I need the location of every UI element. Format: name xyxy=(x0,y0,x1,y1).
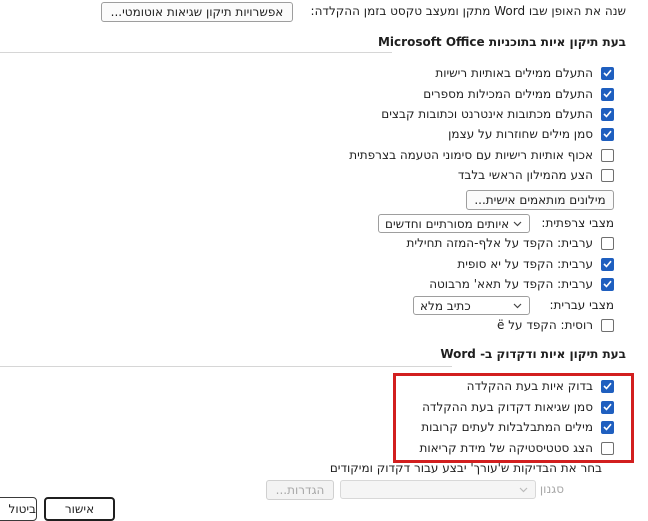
custom-dictionaries-button[interactable]: מילונים מותאמים אישית... xyxy=(466,190,614,210)
chevron-down-icon xyxy=(511,218,523,230)
checkmark-icon xyxy=(603,110,612,118)
french-modes-label: מצבי צרפתית: xyxy=(541,216,614,230)
cancel-button-label: ביטול xyxy=(8,502,37,516)
office-option-5[interactable]: הצע מהמילון הראשי בלבד xyxy=(458,165,614,185)
settings-button[interactable]: הגדרות... xyxy=(266,480,334,500)
checkbox[interactable] xyxy=(601,257,614,271)
checkbox[interactable] xyxy=(601,148,614,162)
hebrew-option-2[interactable]: ערבית: הקפד על תאא' מרבוטה xyxy=(429,274,614,294)
office-option-2[interactable]: התעלם מכתובות אינטרנט וכתובות קבצים xyxy=(381,104,614,124)
checkmark-icon xyxy=(603,260,612,268)
checkmark-icon xyxy=(603,90,612,98)
hebrew-option-1[interactable]: ערבית: הקפד על יא סופית xyxy=(457,254,614,274)
french-modes-value: איותים מסורתיים וחדשים xyxy=(385,216,510,231)
checkbox[interactable] xyxy=(601,236,614,250)
option-label: ערבית: הקפד על תאא' מרבוטה xyxy=(429,277,593,291)
french-modes-select[interactable]: איותים מסורתיים וחדשים xyxy=(378,214,530,233)
ok-button[interactable]: אישור xyxy=(44,497,115,521)
checkbox[interactable] xyxy=(601,87,614,101)
office-option-4[interactable]: אכוף אותיות רישיות עם סימוני הטעמה בצרפת… xyxy=(349,145,614,165)
checkbox[interactable] xyxy=(601,127,614,141)
option-label: התעלם מכתובות אינטרנט וכתובות קבצים xyxy=(381,107,593,121)
hebrew-modes-select[interactable]: כתיב מלא xyxy=(413,296,530,315)
hebrew-modes-label: מצבי עברית: xyxy=(549,298,614,312)
option-label: ערבית: הקפד על אלף-המזה תחילית xyxy=(406,236,593,250)
option-label: הצע מהמילון הראשי בלבד xyxy=(457,168,593,182)
option-label: התעלם ממילים המכילות מספרים xyxy=(423,87,593,101)
chevron-down-icon xyxy=(517,484,529,496)
writing-style-select[interactable] xyxy=(340,480,536,499)
option-label: אכוף אותיות רישיות עם סימוני הטעמה בצרפת… xyxy=(349,148,593,162)
office-option-3[interactable]: סמן מילים שחוזרות על עצמן xyxy=(448,124,614,144)
checkbox[interactable] xyxy=(601,277,614,291)
highlight-box xyxy=(393,373,634,463)
checkbox[interactable] xyxy=(601,107,614,121)
office-section-heading: בעת תיקון איות בתוכניות Microsoft Office xyxy=(377,35,626,49)
office-section-divider xyxy=(0,52,392,53)
checkmark-icon xyxy=(603,130,612,138)
word-section-divider xyxy=(0,366,452,367)
option-label: רוסית: הקפד על ë xyxy=(496,318,593,332)
option-label: ערבית: הקפד על יא סופית xyxy=(457,257,593,271)
checkmark-icon xyxy=(603,280,612,288)
top-description: שנה את האופן שבו Word מתקן ומעצב טקסט בז… xyxy=(310,4,626,18)
checkmark-icon xyxy=(603,69,612,77)
checkbox[interactable] xyxy=(601,168,614,182)
russian-option[interactable]: רוסית: הקפד על ë xyxy=(497,315,614,335)
hebrew-option-0[interactable]: ערבית: הקפד על אלף-המזה תחילית xyxy=(407,233,614,253)
office-option-0[interactable]: התעלם ממילים באותיות רישיות xyxy=(435,63,614,83)
word-section-heading: בעת תיקון איות ודקדוק ב- Word xyxy=(440,347,626,361)
option-label: התעלם ממילים באותיות רישיות xyxy=(435,66,593,80)
checkbox[interactable] xyxy=(601,318,614,332)
choose-checks-text: בחר את הבדיקות ש'עורך' יבצע עבור דקדוק ו… xyxy=(329,461,602,475)
autocorrect-options-button[interactable]: אפשרויות תיקון שגיאות אוטומטי... xyxy=(101,2,293,22)
hebrew-modes-value: כתיב מלא xyxy=(420,298,471,313)
cancel-button[interactable]: ביטול xyxy=(0,497,37,521)
checkbox[interactable] xyxy=(601,66,614,80)
option-label: סמן מילים שחוזרות על עצמן xyxy=(448,127,593,141)
chevron-down-icon xyxy=(511,300,523,312)
office-option-1[interactable]: התעלם ממילים המכילות מספרים xyxy=(423,84,614,104)
